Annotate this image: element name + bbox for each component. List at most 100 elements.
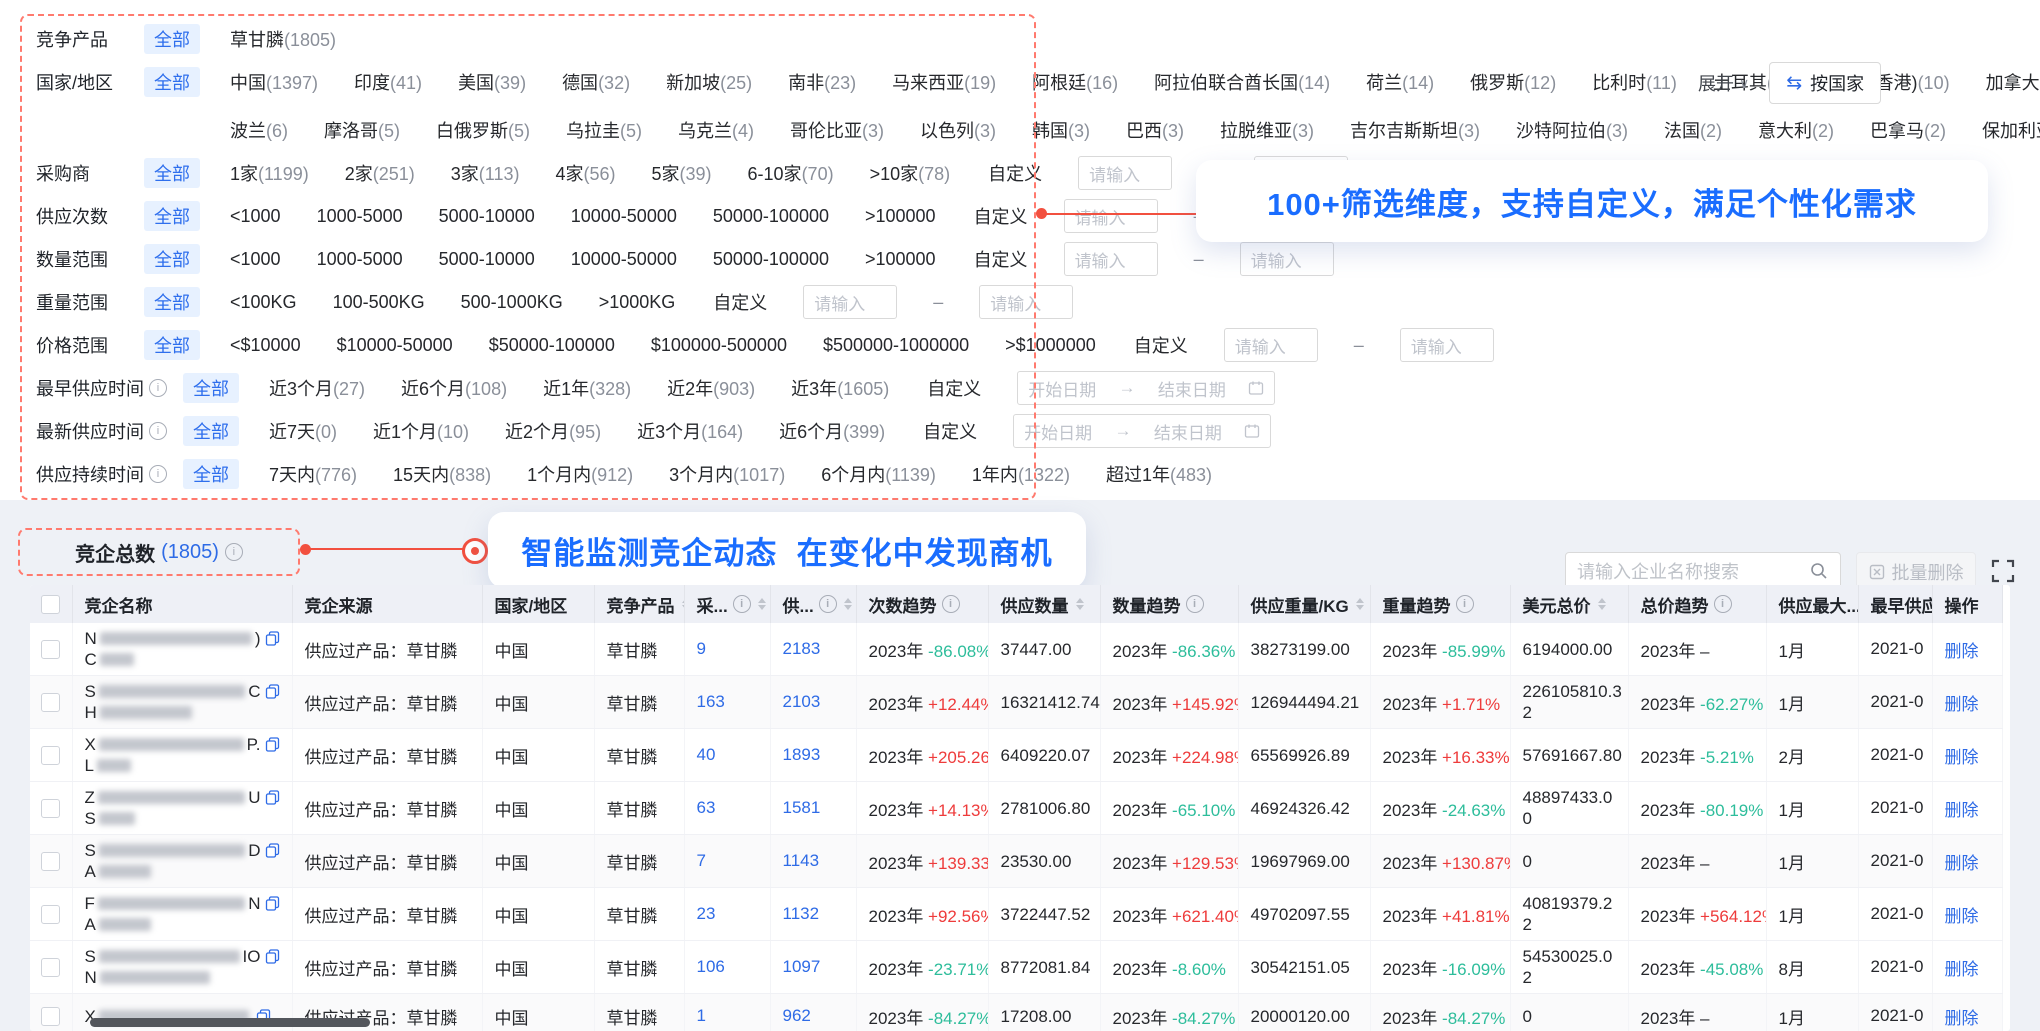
delete-link[interactable]: 删除: [1932, 835, 2002, 888]
filter-option[interactable]: 7天内(776): [269, 461, 357, 487]
cell-buyers[interactable]: 163: [684, 676, 770, 729]
filter-option[interactable]: 以色列(3): [920, 117, 996, 143]
filter-option[interactable]: 50000-100000: [713, 249, 829, 270]
info-icon[interactable]: i: [149, 422, 167, 440]
filter-option[interactable]: 超过1年(483): [1106, 461, 1212, 487]
filter-option[interactable]: 近1个月(10): [373, 418, 469, 444]
delete-link[interactable]: 删除: [1932, 676, 2002, 729]
range-max-input[interactable]: 请输入: [1240, 242, 1334, 276]
delete-link[interactable]: 删除: [1932, 729, 2002, 782]
copy-icon[interactable]: [265, 631, 280, 646]
select-all-checkbox[interactable]: [41, 595, 60, 614]
filter-option[interactable]: >100000: [865, 206, 936, 227]
range-min-input[interactable]: 请输入: [1224, 328, 1318, 362]
filter-option[interactable]: 6个月内(1139): [821, 461, 936, 487]
filter-all-chip[interactable]: 全部: [144, 158, 200, 188]
fullscreen-icon[interactable]: [1990, 558, 2016, 584]
custom-label[interactable]: 自定义: [923, 418, 977, 444]
filter-option[interactable]: 波兰(6): [230, 117, 288, 143]
custom-label[interactable]: 自定义: [927, 375, 981, 401]
filter-all-chip[interactable]: 全部: [183, 373, 239, 403]
filter-option[interactable]: 500-1000KG: [461, 292, 563, 313]
date-range-input[interactable]: 开始日期→结束日期: [1017, 371, 1275, 405]
filter-option[interactable]: $100000-500000: [651, 335, 787, 356]
filter-all-chip[interactable]: 全部: [144, 24, 200, 54]
filter-option[interactable]: 近6个月(399): [779, 418, 885, 444]
cell-buyers[interactable]: 23: [684, 888, 770, 941]
cell-supplies[interactable]: 1097: [770, 941, 856, 994]
filter-option[interactable]: 德国(32): [562, 69, 630, 95]
cell-buyers[interactable]: 106: [684, 941, 770, 994]
sort-icon[interactable]: [1076, 598, 1084, 610]
filter-option[interactable]: 法国(2): [1664, 117, 1722, 143]
filter-option[interactable]: 近2个月(95): [505, 418, 601, 444]
range-max-input[interactable]: 请输入: [979, 285, 1073, 319]
filter-option[interactable]: 近2年(903): [667, 375, 755, 401]
filter-option[interactable]: 巴拿马(2): [1870, 117, 1946, 143]
copy-icon[interactable]: [265, 949, 280, 964]
sort-icon[interactable]: [1598, 598, 1606, 610]
filter-option[interactable]: 草甘膦(1805): [230, 26, 336, 52]
copy-icon[interactable]: [265, 737, 280, 752]
filter-all-chip[interactable]: 全部: [144, 244, 200, 274]
info-icon[interactable]: i: [819, 595, 837, 613]
delete-link[interactable]: 删除: [1932, 623, 2002, 676]
sort-icon[interactable]: [844, 598, 852, 610]
filter-option[interactable]: 6-10家(70): [748, 160, 834, 186]
info-icon[interactable]: i: [1456, 595, 1474, 613]
row-checkbox[interactable]: [41, 852, 60, 871]
cell-buyers[interactable]: 63: [684, 782, 770, 835]
row-checkbox[interactable]: [41, 905, 60, 924]
filter-all-chip[interactable]: 全部: [144, 330, 200, 360]
cell-supplies[interactable]: 2183: [770, 623, 856, 676]
cell-supplies[interactable]: 1581: [770, 782, 856, 835]
filter-option[interactable]: 新加坡(25): [666, 69, 752, 95]
range-min-input[interactable]: 请输入: [1078, 156, 1172, 190]
row-checkbox[interactable]: [41, 746, 60, 765]
filter-option[interactable]: 摩洛哥(5): [324, 117, 400, 143]
date-range-input[interactable]: 开始日期→结束日期: [1013, 414, 1271, 448]
column-header-qty[interactable]: 供应数量: [988, 585, 1100, 623]
filter-option[interactable]: 50000-100000: [713, 206, 829, 227]
row-checkbox[interactable]: [41, 1007, 60, 1026]
filter-option[interactable]: 中国(1397): [230, 69, 318, 95]
info-icon[interactable]: i: [942, 595, 960, 613]
copy-icon[interactable]: [265, 843, 280, 858]
copy-icon[interactable]: [265, 896, 280, 911]
row-checkbox[interactable]: [41, 799, 60, 818]
delete-link[interactable]: 删除: [1932, 888, 2002, 941]
filter-option[interactable]: 俄罗斯(12): [1470, 69, 1556, 95]
filter-option[interactable]: 近6个月(108): [401, 375, 507, 401]
filter-option[interactable]: 5家(39): [652, 160, 712, 186]
filter-option[interactable]: 南非(23): [788, 69, 856, 95]
filter-option[interactable]: 1年内(1322): [972, 461, 1070, 487]
info-icon[interactable]: i: [1186, 595, 1204, 613]
filter-option[interactable]: 近3年(1605): [791, 375, 889, 401]
filter-option[interactable]: 4家(56): [555, 160, 615, 186]
filter-option[interactable]: $50000-100000: [489, 335, 615, 356]
filter-option[interactable]: >$1000000: [1005, 335, 1096, 356]
sort-icon[interactable]: [758, 598, 766, 610]
search-icon[interactable]: [1809, 561, 1829, 581]
filter-option[interactable]: <100KG: [230, 292, 297, 313]
filter-option[interactable]: <1000: [230, 206, 281, 227]
filter-option[interactable]: 意大利(2): [1758, 117, 1834, 143]
filter-option[interactable]: $10000-50000: [337, 335, 453, 356]
filter-option[interactable]: 荷兰(14): [1366, 69, 1434, 95]
column-header-supplies[interactable]: 供...i: [770, 585, 856, 623]
filter-option[interactable]: 1000-5000: [317, 249, 403, 270]
delete-link[interactable]: 删除: [1932, 941, 2002, 994]
row-checkbox[interactable]: [41, 640, 60, 659]
range-min-input[interactable]: 请输入: [803, 285, 897, 319]
filter-option[interactable]: 近3个月(164): [637, 418, 743, 444]
column-header-product[interactable]: 竞争产品: [594, 585, 684, 623]
filter-option[interactable]: 近3个月(27): [269, 375, 365, 401]
info-icon[interactable]: i: [149, 379, 167, 397]
custom-label[interactable]: 自定义: [988, 160, 1042, 186]
filter-option[interactable]: 韩国(3): [1032, 117, 1090, 143]
custom-label[interactable]: 自定义: [1134, 332, 1188, 358]
filter-option[interactable]: 1000-5000: [317, 206, 403, 227]
filter-option[interactable]: 近1年(328): [543, 375, 631, 401]
filter-option[interactable]: 巴西(3): [1126, 117, 1184, 143]
filter-option[interactable]: 保加利亚(2): [1982, 117, 2040, 143]
